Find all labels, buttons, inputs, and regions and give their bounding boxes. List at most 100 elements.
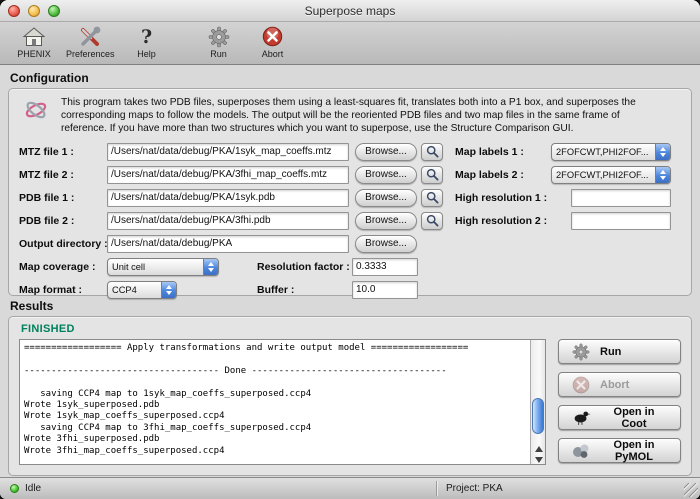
mtz-file-1-label: MTZ file 1 : bbox=[19, 146, 107, 158]
toolbar-help-button[interactable]: ? Help bbox=[125, 24, 169, 59]
results-log[interactable]: ================== Apply transformations… bbox=[20, 340, 530, 464]
map-format-label: Map format : bbox=[19, 284, 107, 296]
toolbar-preferences-label: Preferences bbox=[66, 49, 115, 59]
pdb-file-1-input[interactable] bbox=[107, 189, 349, 207]
status-badge: FINISHED bbox=[21, 323, 681, 335]
toolbar-abort-label: Abort bbox=[262, 49, 284, 59]
map-format-value: CCP4 bbox=[108, 282, 161, 298]
toolbar-phenix-button[interactable]: PHENIX bbox=[12, 24, 56, 59]
mtz-file-2-inspect-button[interactable] bbox=[421, 166, 443, 184]
pdb-file-2-inspect-button[interactable] bbox=[421, 212, 443, 230]
output-directory-input[interactable] bbox=[107, 235, 349, 253]
idle-status-icon bbox=[10, 484, 19, 493]
results-log-scrollbar[interactable] bbox=[530, 340, 545, 464]
magnifier-icon bbox=[426, 168, 439, 181]
window-title: Superpose maps bbox=[305, 4, 396, 18]
high-resolution-2-input[interactable] bbox=[571, 212, 671, 230]
magnifier-icon bbox=[426, 145, 439, 158]
map-labels-1-label: Map labels 1 : bbox=[455, 146, 551, 158]
dropdown-arrows-icon bbox=[655, 144, 670, 160]
high-resolution-1-input[interactable] bbox=[571, 189, 671, 207]
coot-bird-icon bbox=[571, 409, 591, 426]
open-in-coot-label: Open in Coot bbox=[600, 406, 668, 430]
mtz-file-1-inspect-button[interactable] bbox=[421, 143, 443, 161]
mtz-file-2-input[interactable] bbox=[107, 166, 349, 184]
toolbar-help-label: Help bbox=[137, 49, 156, 59]
pdb-file-1-inspect-button[interactable] bbox=[421, 189, 443, 207]
magnifier-icon bbox=[426, 191, 439, 204]
program-description: This program takes two PDB files, superp… bbox=[61, 97, 661, 135]
open-in-pymol-label: Open in PyMOL bbox=[600, 439, 668, 463]
configuration-panel: This program takes two PDB files, superp… bbox=[8, 88, 692, 296]
program-description-row: This program takes two PDB files, superp… bbox=[23, 97, 681, 135]
map-coverage-dropdown[interactable]: Unit cell bbox=[107, 258, 219, 276]
pdb-file-1-browse-button[interactable]: Browse... bbox=[355, 189, 417, 207]
open-in-pymol-button[interactable]: Open in PyMOL bbox=[558, 438, 681, 463]
dropdown-arrows-icon bbox=[203, 259, 218, 275]
resolution-factor-input[interactable] bbox=[352, 258, 418, 276]
abort-icon bbox=[262, 24, 283, 49]
output-directory-label: Output directory : bbox=[19, 238, 107, 250]
resize-grip[interactable] bbox=[684, 483, 698, 497]
pdb-file-2-label: PDB file 2 : bbox=[19, 215, 107, 227]
mtz-file-2-browse-button[interactable]: Browse... bbox=[355, 166, 417, 184]
magnifier-icon bbox=[426, 214, 439, 227]
run-gear-icon bbox=[571, 343, 591, 361]
map-format-dropdown[interactable]: CCP4 bbox=[107, 281, 177, 299]
open-in-coot-button[interactable]: Open in Coot bbox=[558, 405, 681, 430]
toolbar-run-label: Run bbox=[210, 49, 227, 59]
toolbar-phenix-label: PHENIX bbox=[17, 49, 51, 59]
toolbar-run-button[interactable]: Run bbox=[197, 24, 241, 59]
pdb-file-2-row: PDB file 2 : Browse... High resolution 2… bbox=[19, 211, 681, 230]
mtz-file-1-input[interactable] bbox=[107, 143, 349, 161]
superpose-maps-window: Superpose maps PHENIX bbox=[0, 0, 700, 499]
run-button-label: Run bbox=[600, 346, 621, 358]
map-labels-2-dropdown[interactable]: 2FOFCWT,PHI2FOF... bbox=[551, 166, 671, 184]
status-bar: Idle Project: PKA bbox=[0, 477, 700, 499]
help-icon: ? bbox=[141, 24, 152, 49]
dropdown-arrows-icon bbox=[161, 282, 176, 298]
scroll-up-arrow-icon[interactable] bbox=[535, 446, 543, 452]
abort-icon bbox=[571, 376, 591, 394]
toolbar-preferences-button[interactable]: Preferences bbox=[66, 24, 115, 59]
phenix-home-icon bbox=[22, 24, 46, 49]
project-label: Project: PKA bbox=[446, 483, 503, 494]
pdb-file-2-input[interactable] bbox=[107, 212, 349, 230]
traffic-lights bbox=[8, 5, 60, 17]
mtz-file-1-browse-button[interactable]: Browse... bbox=[355, 143, 417, 161]
statusbar-divider bbox=[436, 481, 437, 496]
pdb-file-1-label: PDB file 1 : bbox=[19, 192, 107, 204]
scrollbar-thumb[interactable] bbox=[532, 398, 544, 434]
pdb-file-2-browse-button[interactable]: Browse... bbox=[355, 212, 417, 230]
results-panel: FINISHED ================== Apply transf… bbox=[8, 316, 692, 476]
minimize-button[interactable] bbox=[28, 5, 40, 17]
high-resolution-1-label: High resolution 1 : bbox=[455, 192, 551, 204]
pymol-molecule-icon bbox=[571, 443, 591, 459]
map-coverage-label: Map coverage : bbox=[19, 261, 107, 273]
main-content: Configuration This program takes two PDB… bbox=[0, 65, 700, 476]
close-button[interactable] bbox=[8, 5, 20, 17]
abort-button[interactable]: Abort bbox=[558, 372, 681, 397]
results-log-container: ================== Apply transformations… bbox=[19, 339, 546, 465]
buffer-input[interactable] bbox=[352, 281, 418, 299]
configuration-section-title: Configuration bbox=[10, 71, 692, 85]
run-button[interactable]: Run bbox=[558, 339, 681, 364]
pdb-file-1-row: PDB file 1 : Browse... High resolution 1… bbox=[19, 188, 681, 207]
map-labels-2-value: 2FOFCWT,PHI2FOF... bbox=[552, 167, 655, 183]
map-labels-1-value: 2FOFCWT,PHI2FOF... bbox=[552, 144, 655, 160]
scroll-down-arrow-icon[interactable] bbox=[535, 457, 543, 463]
resolution-factor-label: Resolution factor : bbox=[257, 261, 352, 273]
output-directory-row: Output directory : Browse... bbox=[19, 234, 681, 253]
abort-button-label: Abort bbox=[600, 379, 629, 391]
zoom-button[interactable] bbox=[48, 5, 60, 17]
title-bar[interactable]: Superpose maps bbox=[0, 0, 700, 22]
preferences-tools-icon bbox=[78, 24, 102, 49]
dropdown-arrows-icon bbox=[655, 167, 670, 183]
output-directory-browse-button[interactable]: Browse... bbox=[355, 235, 417, 253]
map-labels-1-dropdown[interactable]: 2FOFCWT,PHI2FOF... bbox=[551, 143, 671, 161]
status-state: Idle bbox=[25, 483, 41, 494]
mtz-file-2-label: MTZ file 2 : bbox=[19, 169, 107, 181]
results-actions: Run Abort bbox=[558, 339, 681, 465]
toolbar-abort-button[interactable]: Abort bbox=[251, 24, 295, 59]
superpose-ribbons-icon bbox=[23, 97, 49, 128]
